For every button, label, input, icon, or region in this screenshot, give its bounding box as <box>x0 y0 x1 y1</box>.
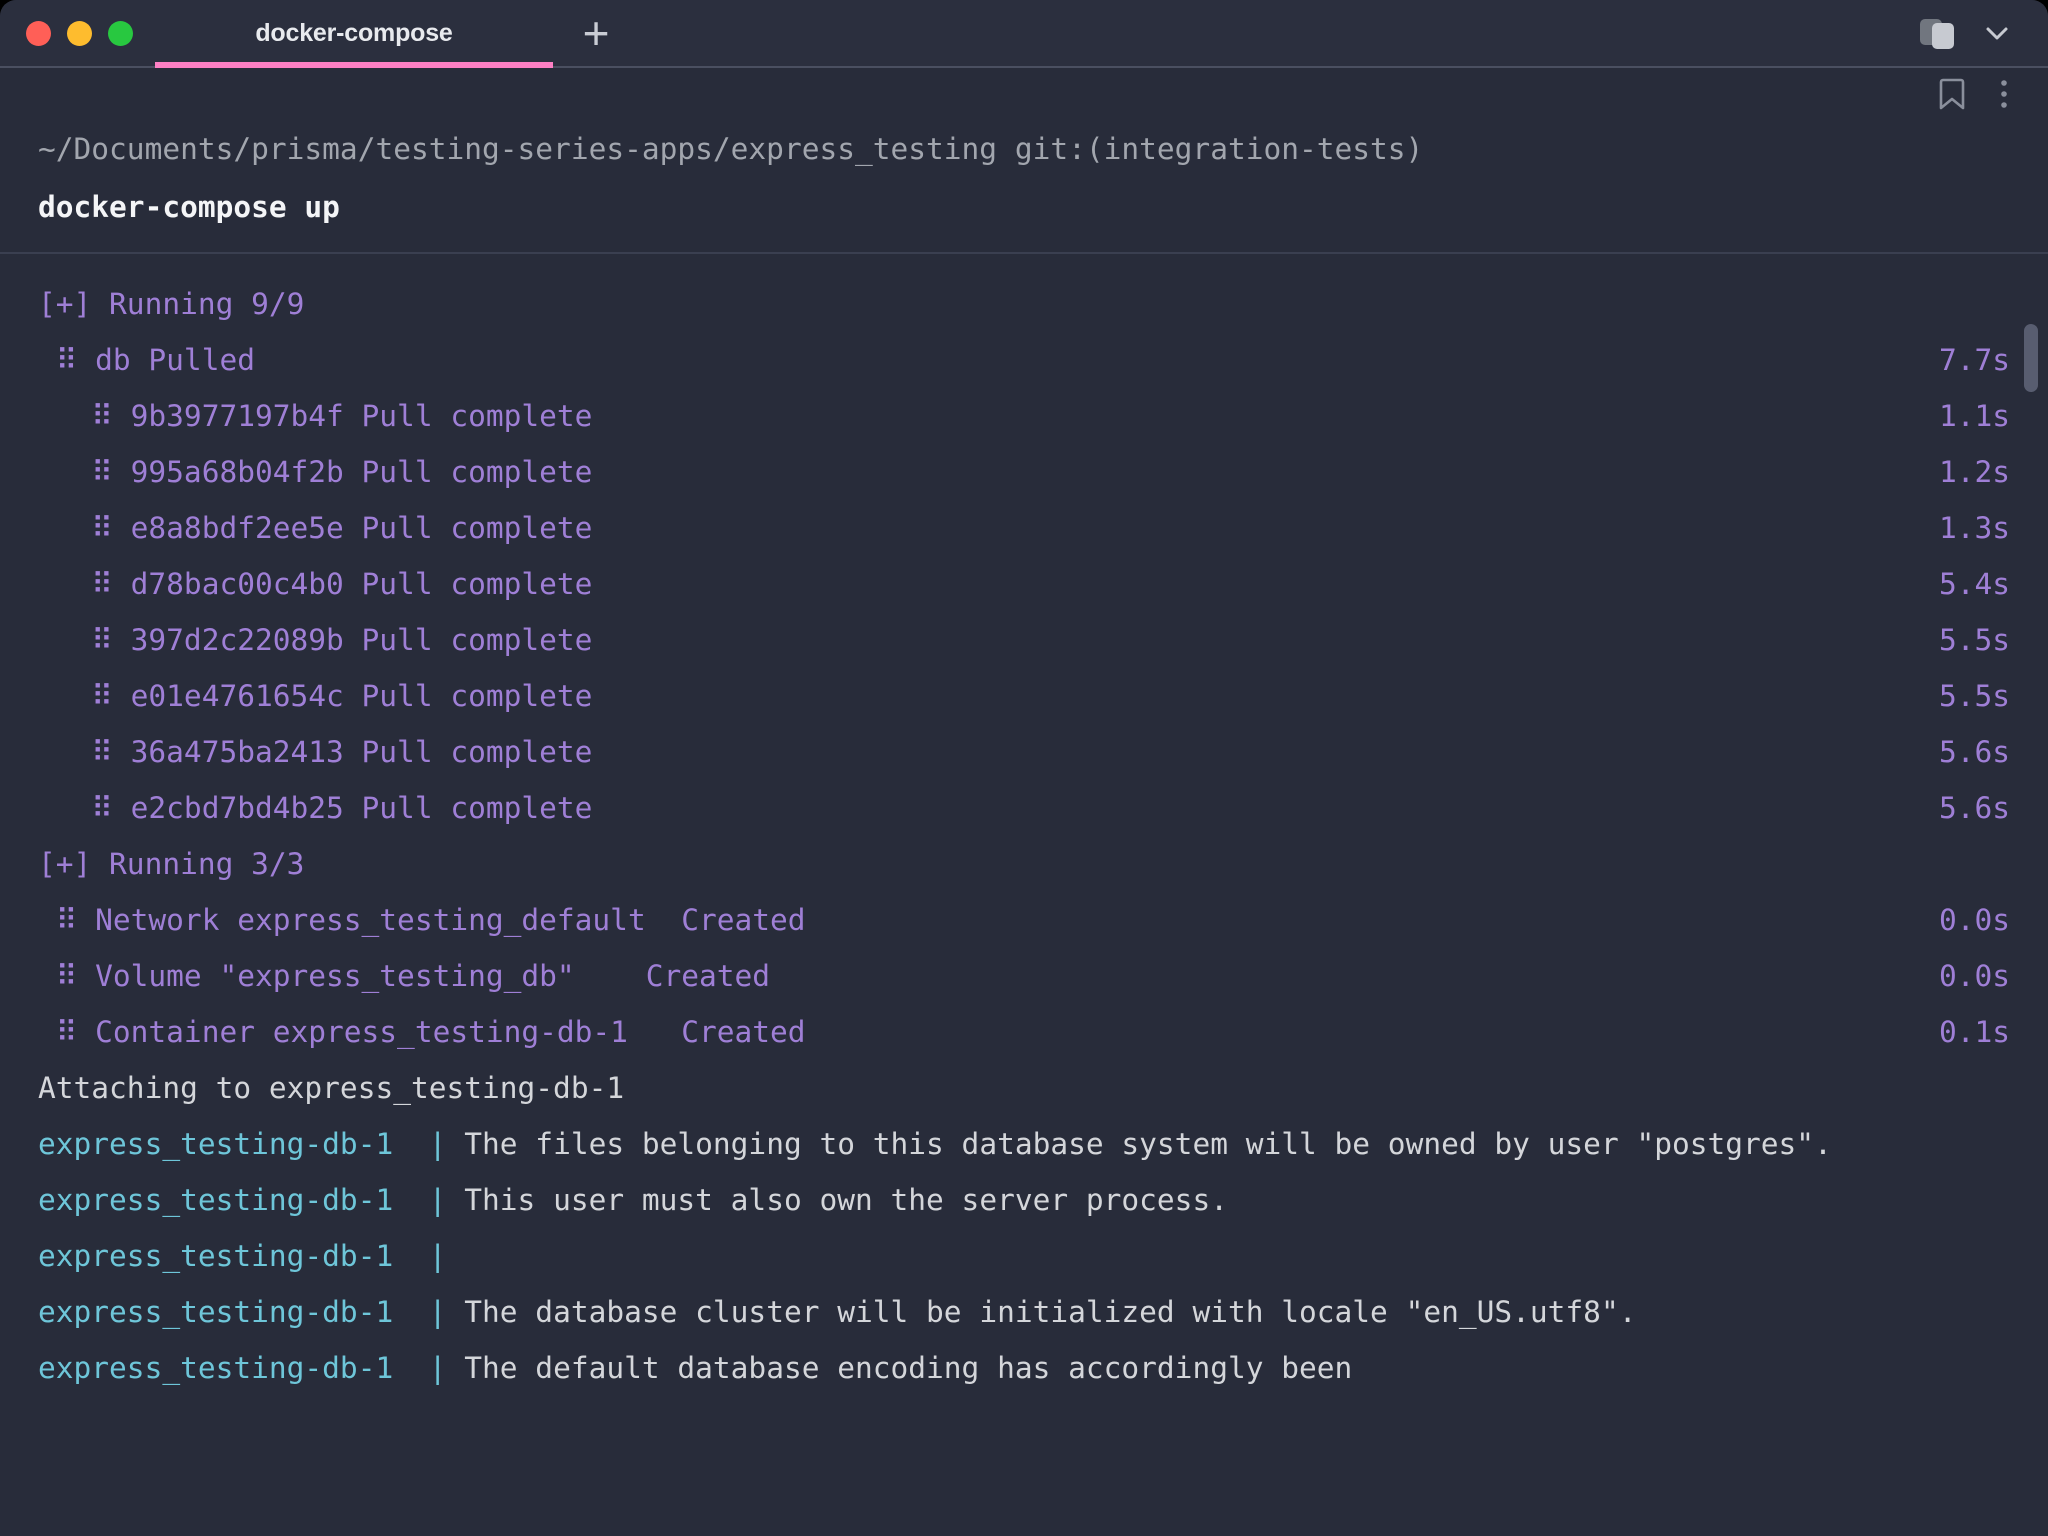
log-message: This user must also own the server proce… <box>464 1183 1228 1217</box>
output-task-line: ⠿ 36a475ba2413 Pull complete 5.6s <box>38 724 2010 780</box>
output-text: ⠿ 397d2c22089b Pull complete <box>38 623 592 657</box>
output-text: ⠿ e8a8bdf2ee5e Pull complete <box>38 511 592 545</box>
output-task-line: ⠿ db Pulled 7.7s <box>38 332 2010 388</box>
output-task-line: ⠿ 995a68b04f2b Pull complete 1.2s <box>38 444 2010 500</box>
scrollbar-thumb[interactable] <box>2024 324 2038 392</box>
output-text: [+] Running 9/9 <box>38 287 304 321</box>
traffic-light-controls <box>0 21 133 46</box>
log-container-name: express_testing-db-1 <box>38 1127 429 1161</box>
output-log-line: express_testing-db-1 | <box>38 1228 2010 1284</box>
output-task-line: ⠿ Volume "express_testing_db" Created 0.0… <box>38 948 2010 1004</box>
close-window-button[interactable] <box>26 21 51 46</box>
output-task-line: ⠿ 9b3977197b4f Pull complete 1.1s <box>38 388 2010 444</box>
bookmark-icon[interactable] <box>1936 76 1968 112</box>
log-message: The database cluster will be initialized… <box>464 1295 1636 1329</box>
log-container-name: express_testing-db-1 <box>38 1351 429 1385</box>
minimize-window-button[interactable] <box>67 21 92 46</box>
prompt-line: ~/Documents/prisma/testing-series-apps/e… <box>38 120 2010 178</box>
log-separator: | <box>429 1295 465 1329</box>
output-text: ⠿ e01e4761654c Pull complete <box>38 679 592 713</box>
chevron-down-icon[interactable] <box>1980 16 2014 50</box>
log-separator: | <box>429 1351 465 1385</box>
output-text: ⠿ e2cbd7bd4b25 Pull complete <box>38 791 592 825</box>
output-log-line: express_testing-db-1 | The database clus… <box>38 1284 2010 1340</box>
title-bar-actions <box>1918 15 2048 51</box>
maximize-window-button[interactable] <box>108 21 133 46</box>
terminal-window: docker-compose + <box>0 0 2048 1536</box>
terminal-output: [+] Running 9/9 ⠿ db Pulled 7.7s ⠿ 9b3977… <box>0 254 2048 1396</box>
tab-label: docker-compose <box>255 19 452 48</box>
output-task-line: ⠿ Container express_testing-db-1 Created… <box>38 1004 2010 1060</box>
output-text: ⠿ 995a68b04f2b Pull complete <box>38 455 592 489</box>
log-message: The files belonging to this database sys… <box>464 1127 1832 1161</box>
output-header-line: [+] Running 3/3 <box>38 836 2010 892</box>
output-task-line: ⠿ e2cbd7bd4b25 Pull complete 5.6s <box>38 780 2010 836</box>
output-text: ⠿ Container express_testing-db-1 Created <box>38 1015 806 1049</box>
log-separator: | <box>429 1183 465 1217</box>
output-task-line: ⠿ e8a8bdf2ee5e Pull complete 1.3s <box>38 500 2010 556</box>
task-timing: 5.6s <box>1939 724 2010 780</box>
title-bar: docker-compose + <box>0 0 2048 68</box>
output-log-line: express_testing-db-1 | The default datab… <box>38 1340 2010 1396</box>
tab-strip: docker-compose + <box>133 0 1918 66</box>
task-timing: 0.0s <box>1939 948 2010 1004</box>
command-block: ~/Documents/prisma/testing-series-apps/e… <box>0 120 2048 254</box>
tab-docker-compose[interactable]: docker-compose <box>155 0 553 66</box>
log-container-name: express_testing-db-1 <box>38 1183 429 1217</box>
output-log-line: express_testing-db-1 | This user must al… <box>38 1172 2010 1228</box>
split-pane-icon[interactable] <box>1918 15 1958 51</box>
task-timing: 7.7s <box>1939 332 2010 388</box>
task-timing: 1.1s <box>1939 388 2010 444</box>
output-task-line: ⠿ e01e4761654c Pull complete 5.5s <box>38 668 2010 724</box>
task-timing: 1.2s <box>1939 444 2010 500</box>
task-timing: 5.6s <box>1939 780 2010 836</box>
output-plain-line: Attaching to express_testing-db-1 <box>38 1060 2010 1116</box>
log-separator: | <box>429 1239 465 1273</box>
output-header-line: [+] Running 9/9 <box>38 276 2010 332</box>
task-timing: 0.0s <box>1939 892 2010 948</box>
kebab-menu-icon[interactable] <box>1998 76 2010 112</box>
output-text: Attaching to express_testing-db-1 <box>38 1071 624 1105</box>
task-timing: 5.4s <box>1939 556 2010 612</box>
output-task-line: ⠿ d78bac00c4b0 Pull complete 5.4s <box>38 556 2010 612</box>
output-text: ⠿ 36a475ba2413 Pull complete <box>38 735 592 769</box>
log-message: The default database encoding has accord… <box>464 1351 1352 1385</box>
log-separator: | <box>429 1127 465 1161</box>
task-timing: 5.5s <box>1939 668 2010 724</box>
log-container-name: express_testing-db-1 <box>38 1239 429 1273</box>
task-timing: 0.1s <box>1939 1004 2010 1060</box>
command-line: docker-compose up <box>38 178 2010 236</box>
output-task-line: ⠿ Network express_testing_default Create… <box>38 892 2010 948</box>
output-text: ⠿ db Pulled <box>38 343 255 377</box>
output-text: ⠿ 9b3977197b4f Pull complete <box>38 399 592 433</box>
output-log-line: express_testing-db-1 | The files belongi… <box>38 1116 2010 1172</box>
log-container-name: express_testing-db-1 <box>38 1295 429 1329</box>
terminal-scrollbar[interactable] <box>2024 120 2038 1536</box>
task-timing: 1.3s <box>1939 500 2010 556</box>
terminal-body[interactable]: ~/Documents/prisma/testing-series-apps/e… <box>0 120 2048 1536</box>
output-text: ⠿ Volume "express_testing_db" Created <box>38 959 770 993</box>
output-text: [+] Running 3/3 <box>38 847 304 881</box>
task-timing: 5.5s <box>1939 612 2010 668</box>
toolbar <box>0 68 2048 120</box>
output-text: ⠿ Network express_testing_default Create… <box>38 903 806 937</box>
output-text: ⠿ d78bac00c4b0 Pull complete <box>38 567 592 601</box>
new-tab-button[interactable]: + <box>553 0 639 66</box>
output-task-line: ⠿ 397d2c22089b Pull complete 5.5s <box>38 612 2010 668</box>
